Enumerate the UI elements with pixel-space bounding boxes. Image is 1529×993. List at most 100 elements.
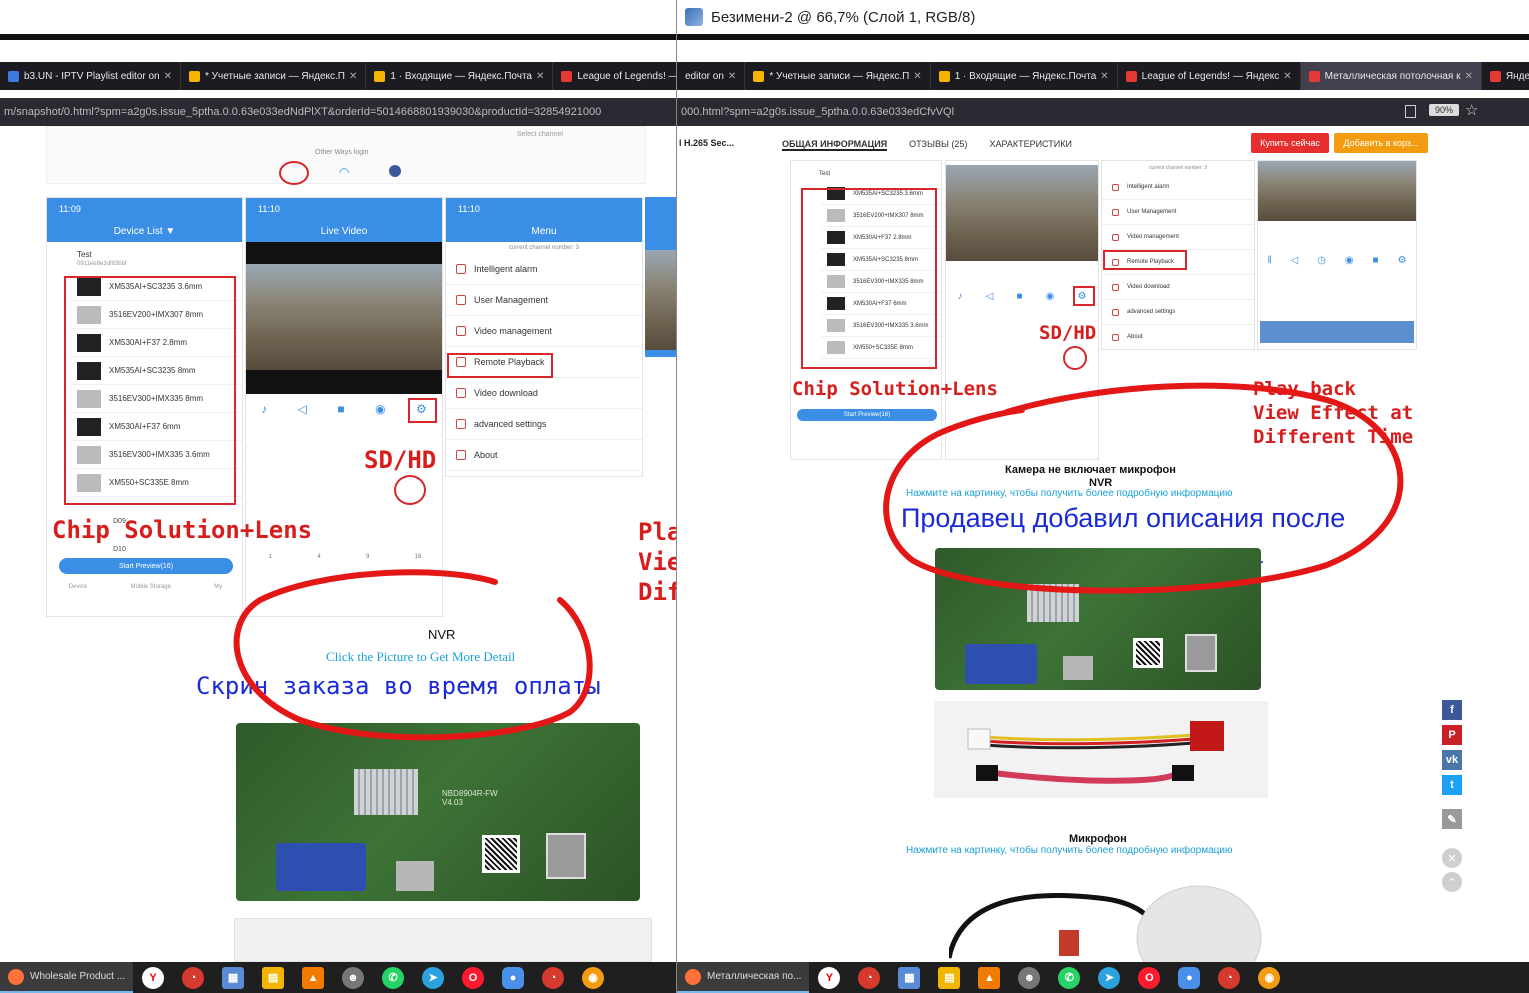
more-detail-link[interactable]: Click the Picture to Get More Detail: [326, 649, 515, 665]
menu-item[interactable]: Video download: [446, 378, 642, 409]
vk-share-icon[interactable]: vk: [1442, 750, 1462, 770]
more-detail-link-2[interactable]: Нажмите на картинку, чтобы получить боле…: [906, 845, 1232, 856]
playback-timeline[interactable]: [1260, 321, 1414, 343]
vlc-icon[interactable]: ▲: [978, 966, 1001, 989]
close-icon[interactable]: ✕: [1464, 71, 1472, 82]
tab[interactable]: 1 · Входящие — Яндекс.Почта ✕: [366, 62, 554, 90]
nav-device[interactable]: Device: [69, 584, 87, 590]
menu-item[interactable]: User Management: [1102, 200, 1254, 225]
menu-item[interactable]: advanced settings: [1102, 300, 1254, 325]
mute-icon[interactable]: ◁: [1291, 255, 1299, 266]
whatsapp-icon[interactable]: ✆: [1058, 966, 1081, 989]
taskbar-firefox-window[interactable]: Wholesale Product ...: [0, 962, 134, 993]
menu-item[interactable]: Video management: [446, 316, 642, 347]
tab[interactable]: * Учетные записи — Яндекс.П ✕: [745, 62, 931, 90]
tab[interactable]: b3.UN - IPTV Playlist editor on ✕: [0, 62, 181, 90]
right-url-bar[interactable]: 000.html?spm=a2g0s.issue_5ptha.0.0.63e03…: [677, 98, 1529, 126]
calculator-icon[interactable]: ▦: [898, 966, 921, 989]
menu-item[interactable]: User Management: [446, 285, 642, 316]
grid-1-button[interactable]: 1: [269, 554, 272, 560]
zoom-level[interactable]: 90%: [1429, 104, 1460, 116]
grid-9-button[interactable]: 9: [366, 554, 369, 560]
lol-icon[interactable]: ◉: [582, 966, 605, 989]
tab[interactable]: 1 · Входящие — Яндекс.Почта ✕: [931, 62, 1118, 90]
pause-icon[interactable]: ‖: [1267, 255, 1271, 266]
close-icon[interactable]: ✕: [164, 71, 172, 82]
file-icon[interactable]: ▤: [938, 966, 961, 989]
edit-icon[interactable]: ✎: [1442, 809, 1462, 829]
reader-icon[interactable]: [1405, 105, 1416, 118]
nvr-board-image[interactable]: NBD8904R-FW V4.03: [236, 723, 640, 901]
opera-gx-icon-2[interactable]: ◔: [542, 966, 565, 989]
vlc-icon[interactable]: ▲: [302, 966, 325, 989]
record-icon[interactable]: ■: [337, 402, 344, 416]
menu-item[interactable]: Video download: [1102, 275, 1254, 300]
close-icon[interactable]: ✕: [728, 71, 736, 82]
channel-d10[interactable]: D10: [113, 546, 126, 553]
close-icon[interactable]: ✕: [1100, 71, 1108, 82]
mute-icon[interactable]: ◁: [986, 291, 994, 302]
menu-item[interactable]: Video management: [1102, 225, 1254, 250]
camera-icon[interactable]: ◉: [1345, 255, 1354, 266]
settings-icon[interactable]: ⚙: [1398, 255, 1407, 266]
mic-icon[interactable]: ♪: [958, 291, 963, 302]
nvr-board-image[interactable]: [935, 548, 1261, 690]
live-video-feed[interactable]: [246, 264, 442, 370]
tab-general-info[interactable]: ОБЩАЯ ИНФОРМАЦИЯ: [782, 139, 888, 151]
chat-icon[interactable]: ●: [502, 966, 525, 989]
menu-item[interactable]: About: [446, 440, 642, 471]
close-icon[interactable]: ✕: [349, 71, 357, 82]
tv-icon[interactable]: [279, 161, 309, 185]
menu-item[interactable]: Intelligent alarm: [446, 254, 642, 285]
bookmark-star-icon[interactable]: ☆: [1465, 101, 1478, 119]
tab[interactable]: League of Legends! — Яндекс ✕: [1118, 62, 1301, 90]
buy-now-button[interactable]: Купить сейчас: [1251, 133, 1329, 153]
start-preview-button[interactable]: Start Preview(16): [797, 409, 937, 421]
facebook-icon[interactable]: [389, 165, 401, 177]
twitter-share-icon[interactable]: t: [1442, 775, 1462, 795]
yandex-icon[interactable]: Y: [142, 966, 165, 989]
mute-icon[interactable]: ◁: [298, 402, 307, 416]
tab[interactable]: * Учетные записи — Яндекс.П ✕: [181, 62, 367, 90]
close-icon[interactable]: ✕: [536, 71, 544, 82]
start-preview-button[interactable]: Start Preview(16): [59, 558, 233, 574]
more-detail-link[interactable]: Нажмите на картинку, чтобы получить боле…: [906, 488, 1232, 499]
tab[interactable]: editor on ✕: [677, 62, 746, 90]
live-video-feed[interactable]: [946, 165, 1098, 261]
tab-active[interactable]: Металлическая потолочная к ✕: [1300, 62, 1482, 90]
telegram-icon[interactable]: ➤: [1098, 966, 1121, 989]
opera-icon[interactable]: O: [1138, 966, 1161, 989]
chat-icon[interactable]: ●: [1178, 966, 1201, 989]
whatsapp-icon[interactable]: ✆: [382, 966, 405, 989]
nav-mobile-storage[interactable]: Mobile Storage: [130, 584, 170, 590]
cable-image[interactable]: [234, 918, 652, 962]
game-icon[interactable]: ☻: [1018, 966, 1041, 989]
mic-icon[interactable]: ♪: [261, 402, 267, 416]
grid-16-button[interactable]: 16: [415, 554, 422, 560]
playback-video[interactable]: [1258, 161, 1416, 221]
yandex-icon[interactable]: Y: [818, 966, 841, 989]
close-circle-icon[interactable]: ✕: [1442, 848, 1462, 868]
lol-icon[interactable]: ◉: [1258, 966, 1281, 989]
camera-icon[interactable]: ◉: [375, 402, 385, 416]
telegram-icon[interactable]: ➤: [422, 966, 445, 989]
tab[interactable]: League of Legends! — Янд: [553, 62, 676, 90]
opera-gx-icon-2[interactable]: ◔: [1218, 966, 1241, 989]
menu-item[interactable]: advanced settings: [446, 409, 642, 440]
device-list-title[interactable]: Device List ▼: [47, 226, 242, 237]
grid-4-button[interactable]: 4: [317, 554, 320, 560]
pinterest-share-icon[interactable]: P: [1442, 725, 1462, 745]
sata-cable-image[interactable]: [934, 701, 1268, 798]
game-icon[interactable]: ☻: [342, 966, 365, 989]
left-url-bar[interactable]: m/snapshot/0.html?spm=a2g0s.issue_5ptha.…: [0, 98, 676, 126]
close-icon[interactable]: ✕: [913, 71, 921, 82]
scroll-top-icon[interactable]: ⌃: [1442, 872, 1462, 892]
calculator-icon[interactable]: ▦: [222, 966, 245, 989]
close-icon[interactable]: ✕: [1283, 71, 1291, 82]
add-to-cart-button[interactable]: Добавить в корз...: [1334, 133, 1428, 153]
tab[interactable]: Янде: [1482, 62, 1529, 90]
record-icon[interactable]: ■: [1373, 255, 1379, 266]
tab-reviews[interactable]: ОТЗЫВЫ (25): [909, 139, 967, 151]
wifi-icon[interactable]: ◠: [339, 165, 349, 179]
opera-gx-icon[interactable]: ◔: [182, 966, 205, 989]
